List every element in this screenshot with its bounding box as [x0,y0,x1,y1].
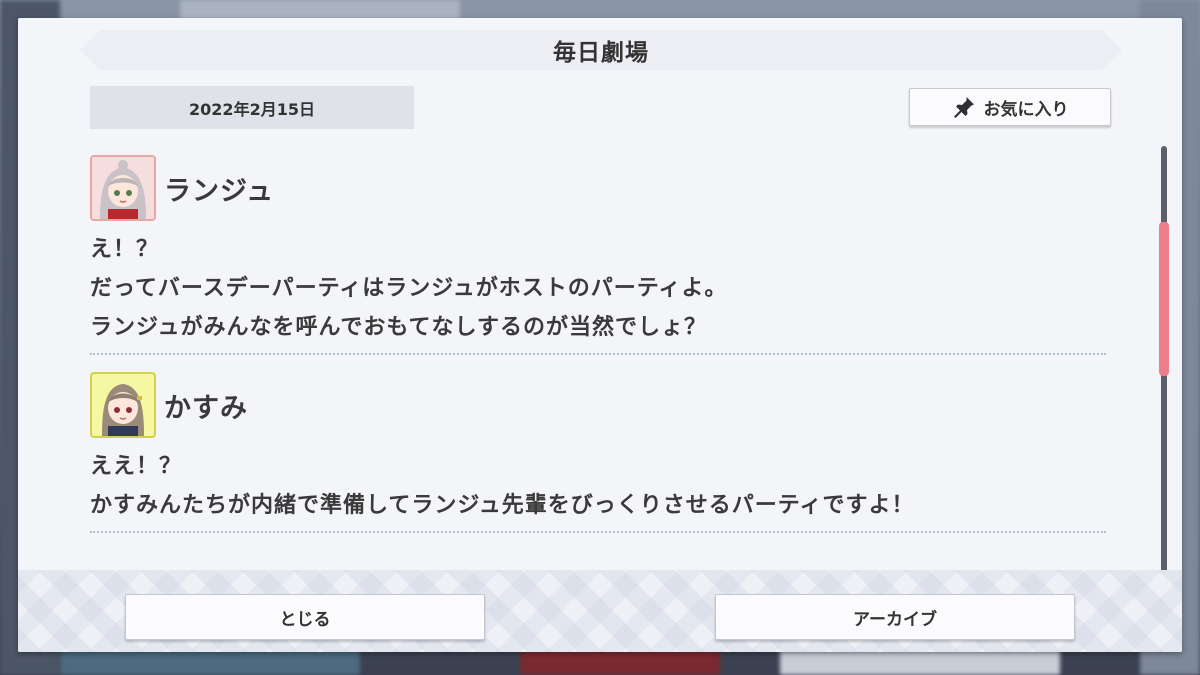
dialogue-line: え！？ [90,237,160,262]
dialog-title: 毎日劇場 [553,40,649,66]
dialogue-line: かすみんたちが内緒で準備してランジュ先輩をびっくりさせるパーティですよ！ [90,493,915,518]
entry-divider [90,531,1106,533]
dialogue-entry: ランジュ え！？ だってバースデーパーティはランジュがホストのパーティよ。 ラン… [90,152,1110,355]
scrollbar[interactable] [1159,146,1169,578]
speaker-name: ランジュ [164,175,275,207]
date-label: 2022年2月15日 [90,86,414,129]
favorite-button[interactable]: お気に入り [909,88,1111,126]
close-button[interactable]: とじる [125,594,485,640]
dialogue-line: ランジュがみんなを呼んでおもてなしするのが当然でしょ？ [90,315,708,340]
entry-divider [90,353,1106,355]
dialogue-line: だってバースデーパーティはランジュがホストのパーティよ。 [90,276,728,301]
title-bar: 毎日劇場 [80,30,1122,70]
speaker-name: かすみ [164,392,248,424]
speaker-row: ランジュ [90,152,1110,224]
archive-button[interactable]: アーカイブ [715,594,1075,640]
dialogue-line: ええ！？ [90,454,183,479]
kasumi-avatar [90,372,156,438]
scrollbar-thumb[interactable] [1159,222,1169,376]
pin-icon [953,97,974,118]
speaker-row: かすみ [90,369,1110,441]
lanzhu-avatar [90,155,156,221]
dialogue-log[interactable]: ランジュ え！？ だってバースデーパーティはランジュがホストのパーティよ。 ラン… [90,152,1110,582]
dialogue-entry: かすみ ええ！？ かすみんたちが内緒で準備してランジュ先輩をびっくりさせるパーテ… [90,369,1110,533]
favorite-button-label: お気に入り [983,99,1069,120]
daily-theater-dialog: 毎日劇場 2022年2月15日 お気に入り ランジュ え！？ だってバースデーパ… [18,18,1182,652]
